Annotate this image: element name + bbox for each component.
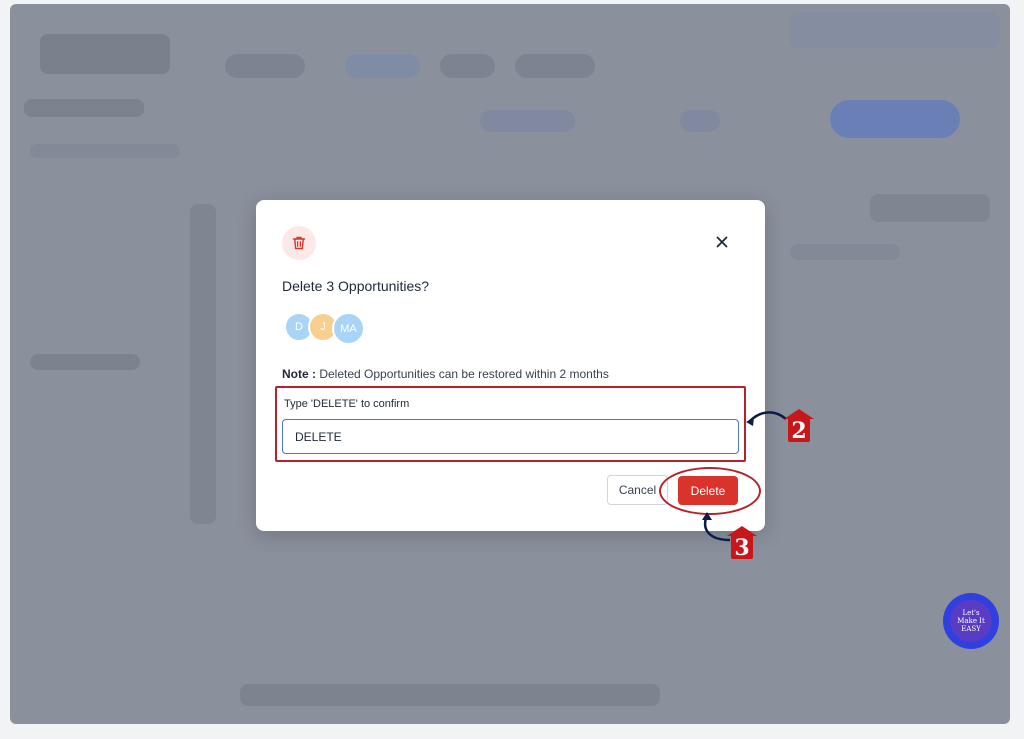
filter-pill <box>480 110 575 132</box>
dialog-title: Delete 3 Opportunities? <box>282 278 430 294</box>
filter-pill <box>680 110 720 132</box>
nav-tab <box>345 54 420 78</box>
sidebar-heading <box>30 354 140 370</box>
annotation-step-2: 2 <box>788 418 810 444</box>
toolbar-icons <box>790 12 1000 48</box>
watermark-text: Let's Make It EASY <box>950 600 992 642</box>
sidebar-item <box>30 144 180 158</box>
annotation-highlight-ring <box>659 467 761 515</box>
annotation-step-3: 3 <box>731 535 753 561</box>
nav-tab <box>515 54 595 78</box>
right-panel-item <box>790 244 900 260</box>
annotation-highlight-box <box>275 386 746 462</box>
right-panel <box>870 194 990 222</box>
sidebar-heading <box>24 99 144 117</box>
nav-tab <box>225 54 305 78</box>
close-icon[interactable] <box>712 232 732 252</box>
watermark-badge: Let's Make It EASY <box>943 593 999 649</box>
primary-action <box>830 100 960 138</box>
scroll-column <box>190 204 216 524</box>
app-logo <box>40 34 170 74</box>
note-text: Note : Deleted Opportunities can be rest… <box>282 367 609 381</box>
note-body: Deleted Opportunities can be restored wi… <box>319 367 609 381</box>
nav-tab <box>440 54 495 78</box>
note-label: Note : <box>282 367 316 381</box>
table-row <box>240 684 660 706</box>
avatar: MA <box>332 312 365 345</box>
trash-icon <box>282 226 316 260</box>
